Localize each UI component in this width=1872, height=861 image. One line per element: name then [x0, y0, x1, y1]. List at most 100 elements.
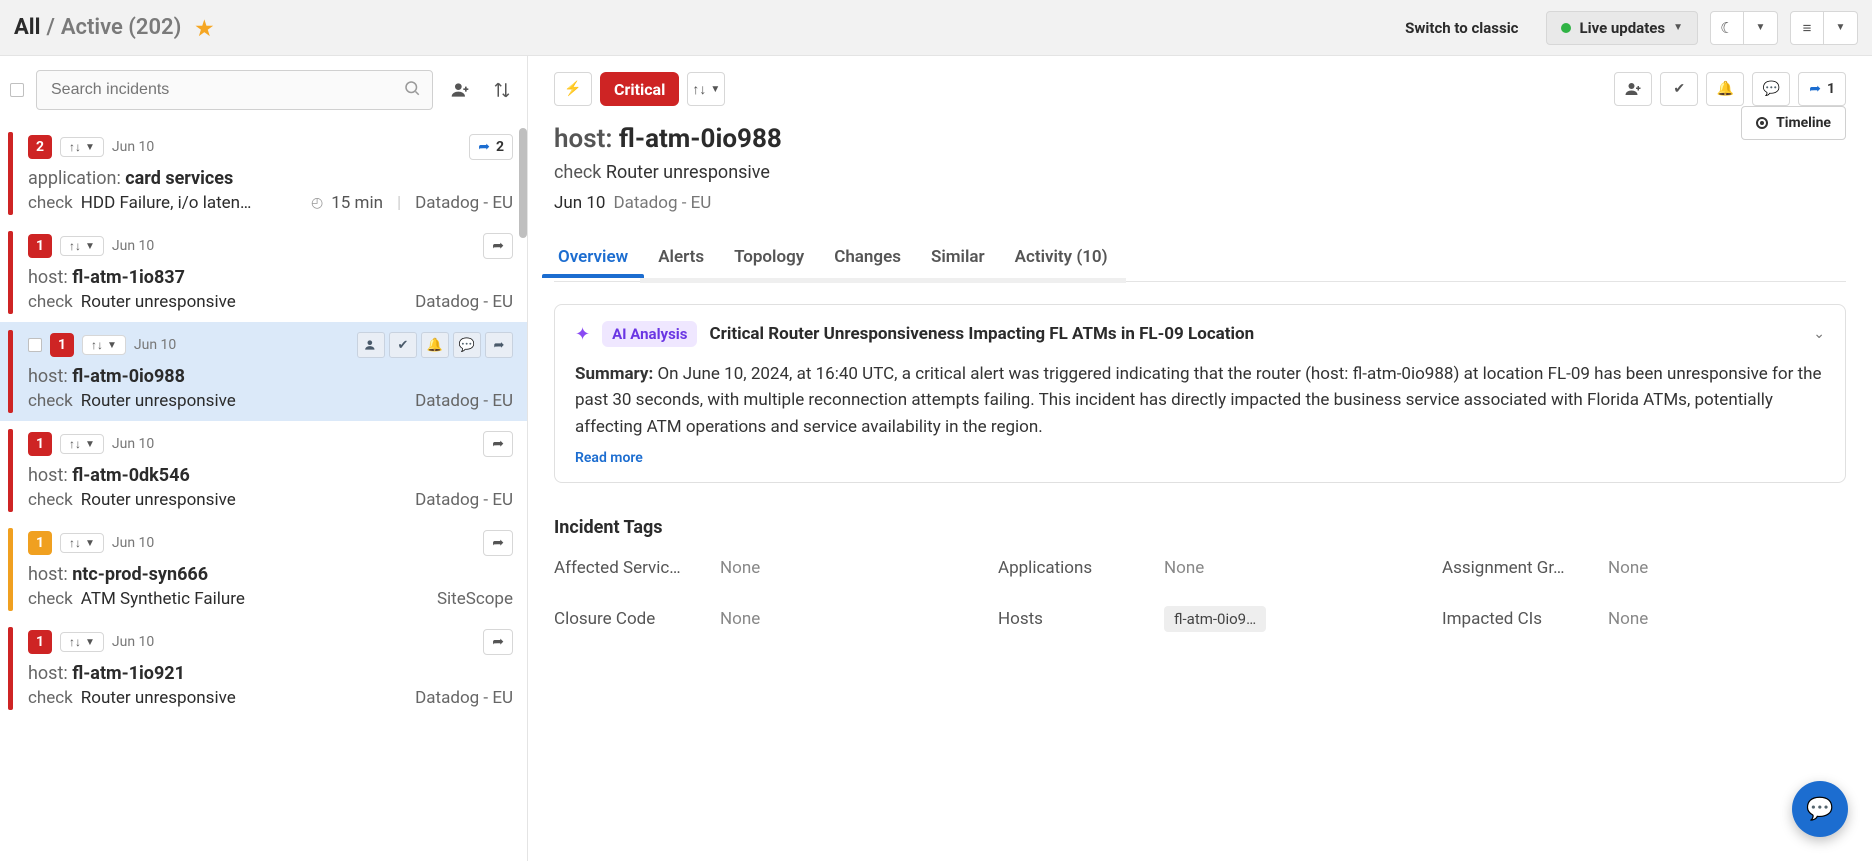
comment-button[interactable]: 💬 [453, 332, 481, 358]
timeline-button[interactable]: Timeline [1741, 106, 1846, 140]
tag-label: Closure Code [554, 609, 704, 629]
tab-label: Similar [931, 247, 985, 267]
ack-button[interactable]: ✔ [389, 332, 417, 358]
share-button[interactable]: ➦ [485, 332, 513, 358]
notify-button[interactable]: 🔔 [1706, 72, 1744, 106]
tag-affected-services: Affected Servic… None [554, 558, 958, 578]
alert-count-badge: 1 [28, 531, 52, 555]
assign-user-button[interactable] [357, 332, 385, 358]
share-icon: ➦ [492, 436, 504, 452]
chat-fab[interactable]: 💬 [1792, 781, 1848, 837]
incident-item[interactable]: 1 ↑↓▼ Jun 10 ➦ host: fl-atm-1io921 check… [0, 619, 527, 718]
tag-value: None [720, 558, 760, 578]
switch-to-classic-link[interactable]: Switch to classic [1405, 19, 1518, 37]
timeline-label: Timeline [1776, 115, 1831, 131]
severity-stripe [8, 231, 13, 314]
tab-activity[interactable]: Activity (10) [1011, 239, 1112, 281]
clock-icon: ◴ [311, 195, 323, 211]
select-all-checkbox[interactable] [10, 83, 24, 97]
share-button[interactable]: ➦ 2 [469, 134, 513, 160]
notify-button[interactable]: 🔔 [421, 332, 449, 358]
status-dot-icon [1561, 23, 1571, 33]
incident-subtitle: check Router unresponsive Datadog - EU [28, 391, 513, 411]
read-more-link[interactable]: Read more [575, 450, 643, 466]
tab-topology[interactable]: Topology [730, 239, 808, 281]
bell-icon: 🔔 [1717, 81, 1734, 97]
comment-button[interactable]: 💬 [1752, 72, 1790, 106]
severity-stripe [8, 627, 13, 710]
summary-label: Summary: [575, 364, 653, 384]
favorite-star-icon[interactable]: ★ [195, 16, 213, 40]
sort-detail-button[interactable]: ↑↓ ▼ [687, 72, 725, 106]
check-value: Router unresponsive [81, 292, 236, 312]
share-icon: ➦ [492, 634, 504, 650]
tab-alerts[interactable]: Alerts [654, 239, 708, 281]
check-value: Router unresponsive [81, 490, 236, 510]
sort-chip[interactable]: ↑↓▼ [60, 137, 104, 157]
host-chip[interactable]: fl-atm-0io9… [1164, 606, 1266, 632]
sort-chip[interactable]: ↑↓▼ [60, 533, 104, 553]
check-value: HDD Failure, i/o laten… [81, 193, 252, 213]
breadcrumb-separator: / [46, 15, 54, 40]
chevron-down-icon: ▼ [107, 340, 117, 351]
chevron-down-icon: ▼ [85, 538, 95, 549]
tab-label: Alerts [658, 247, 704, 267]
incident-source: Datadog - EU [415, 490, 513, 510]
share-button[interactable]: ➦ [483, 233, 513, 259]
check-label: check [28, 589, 73, 609]
incident-item[interactable]: 1 ↑↓▼ Jun 10 ✔ 🔔 💬 ➦ host: fl-atm-0io988… [0, 322, 527, 421]
share-button[interactable]: ➦ [483, 629, 513, 655]
separator: | [397, 193, 401, 213]
sort-chip[interactable]: ↑↓ ▼ [82, 335, 126, 355]
incident-check: check Router unresponsive [554, 162, 1741, 183]
incident-date: Jun 10 [112, 139, 154, 155]
share-button[interactable]: ➦ [483, 530, 513, 556]
tag-hosts: Hosts fl-atm-0io9… [998, 606, 1402, 632]
sort-button[interactable] [487, 75, 517, 105]
theme-dropdown-button[interactable]: ▼ [1744, 11, 1778, 45]
ack-button[interactable]: ✔ [1660, 72, 1698, 106]
incident-title: host: fl-atm-0io988 [28, 366, 513, 387]
tab-changes[interactable]: Changes [830, 239, 905, 281]
tag-assignment-group: Assignment Gr… None [1442, 558, 1846, 578]
incident-item[interactable]: 1 ↑↓▼ Jun 10 ➦ host: fl-atm-1io837 check… [0, 223, 527, 322]
sort-chip[interactable]: ↑↓▼ [60, 236, 104, 256]
assign-user-button[interactable] [445, 75, 475, 105]
share-button[interactable]: ➦ [483, 431, 513, 457]
tag-label: Affected Servic… [554, 558, 704, 578]
automation-button[interactable]: ⚡ [554, 72, 592, 106]
title-prefix: host: [28, 366, 68, 387]
row-checkbox[interactable] [28, 338, 42, 352]
assign-user-button[interactable] [1614, 72, 1652, 106]
tab-overview[interactable]: Overview [554, 239, 632, 281]
moon-icon: ☾ [1720, 19, 1733, 37]
search-input[interactable] [36, 70, 433, 110]
incident-date: Jun 10 [134, 337, 176, 353]
check-label: check [28, 490, 73, 510]
sort-chip[interactable]: ↑↓▼ [60, 632, 104, 652]
check-label: check [28, 292, 73, 312]
tab-similar[interactable]: Similar [927, 239, 989, 281]
breadcrumb-all[interactable]: All [14, 15, 40, 40]
expand-card-button[interactable]: ⌄ [1813, 326, 1825, 342]
share-icon: ➦ [492, 535, 504, 551]
incident-item[interactable]: 2 ↑↓▼ Jun 10 ➦ 2 application: card servi… [0, 124, 527, 223]
share-button[interactable]: ➦ 1 [1798, 72, 1846, 106]
live-updates-toggle[interactable]: Live updates ▼ [1546, 11, 1698, 45]
incident-item[interactable]: 1 ↑↓▼ Jun 10 ➦ host: fl-atm-0dk546 check… [0, 421, 527, 520]
sort-chip[interactable]: ↑↓▼ [60, 434, 104, 454]
dark-mode-button[interactable]: ☾ [1710, 11, 1744, 45]
layout-dropdown-button[interactable]: ▼ [1824, 11, 1858, 45]
layout-button[interactable]: ≡ [1790, 11, 1824, 45]
sort-icon: ↑↓ [91, 338, 103, 352]
incident-source: Datadog - EU [415, 391, 513, 411]
breadcrumb: All / Active (202) ★ [14, 15, 213, 40]
incident-subtitle: check Router unresponsive Datadog - EU [28, 490, 513, 510]
incident-date: Jun 10 [112, 238, 154, 254]
chevron-down-icon: ▼ [85, 439, 95, 450]
severity-pill[interactable]: Critical [600, 72, 679, 106]
incident-source: Datadog - EU [613, 193, 711, 213]
chevron-down-icon: ▼ [710, 84, 720, 95]
incident-item[interactable]: 1 ↑↓▼ Jun 10 ➦ host: ntc-prod-syn666 che… [0, 520, 527, 619]
breadcrumb-active[interactable]: Active (202) [61, 15, 182, 40]
